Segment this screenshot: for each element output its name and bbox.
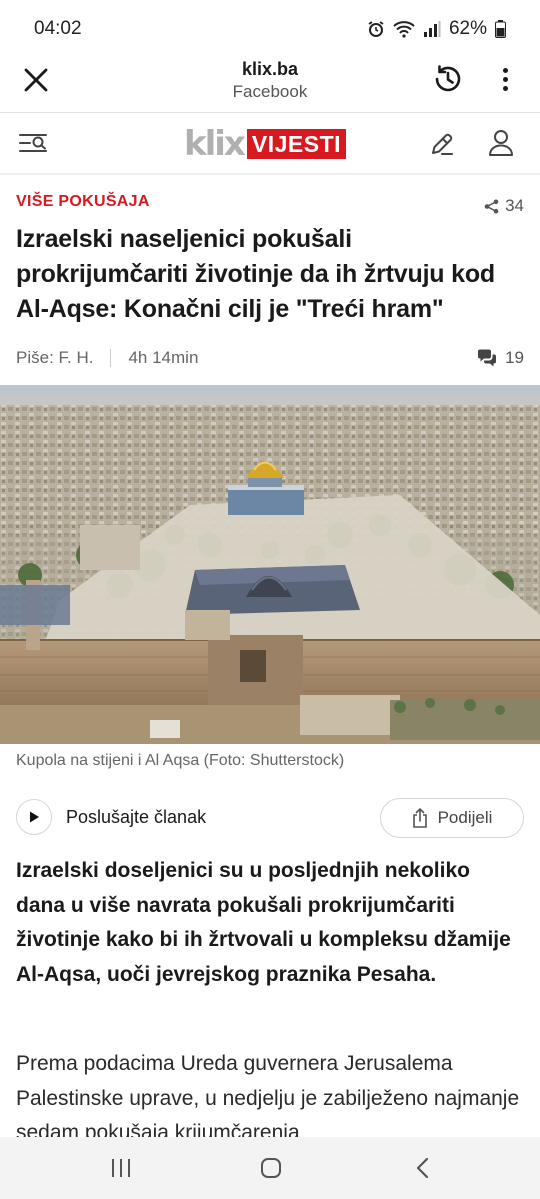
recent-apps-icon [112,1159,130,1177]
play-icon [30,811,39,823]
status-icons: 62% [367,18,506,40]
listen-article[interactable]: Poslušajte članak [16,799,206,835]
article-time: 4h 14min [128,348,199,367]
pen-icon [432,133,453,155]
home-button[interactable] [256,1155,286,1181]
recent-apps-button[interactable] [106,1155,136,1181]
battery-percent: 62% [448,18,487,39]
share-upload-icon [412,808,427,828]
menu-search-icon [19,134,47,152]
share-button-label: Podijeli [437,808,493,827]
article-author: Piše: F. H. [16,348,94,367]
account-button[interactable] [488,129,514,157]
browser-domain: klix.ba [241,59,299,79]
in-app-browser-bar: klix.ba Facebook [0,58,540,112]
article-lead: Izraelski doseljenici su u posljednjih n… [16,859,511,986]
hero-illustration [0,385,540,744]
more-vertical-icon [502,67,508,73]
play-button[interactable] [16,799,52,835]
share-count-value: 34 [505,196,524,215]
share-count[interactable]: 34 [484,196,524,216]
browser-source: Facebook [232,82,308,101]
back-icon [416,1157,429,1179]
article-paragraph: Prema podacima Ureda guvernera Jerusalem… [16,1052,520,1137]
home-icon [261,1158,281,1178]
more-dot [502,85,508,91]
system-navigation-bar [0,1137,540,1199]
listen-label: Poslušajte članak [66,806,207,827]
user-icon [489,130,513,156]
write-button[interactable] [429,131,455,157]
menu-search-button[interactable] [19,131,49,157]
comment-icon [478,349,497,367]
site-logo[interactable]: klix VIJESTI [184,124,347,164]
battery-icon [495,20,506,38]
history-button[interactable] [431,62,465,96]
article-category[interactable]: VIŠE POKUŠAJA [16,193,150,211]
meta-separator [110,349,112,367]
status-time: 04:02 [34,18,82,39]
share-button[interactable]: Podijeli [380,798,524,838]
close-button[interactable] [20,64,52,96]
comments-link[interactable]: 19 [477,348,524,368]
more-options-button[interactable] [494,66,516,92]
logo-text: klix [184,124,246,164]
article-hero-image[interactable] [0,385,540,744]
history-icon [435,65,461,92]
close-icon [24,68,48,92]
back-button[interactable] [408,1155,438,1181]
image-caption: Kupola na stijeni i Al Aqsa (Foto: Shutt… [16,752,345,769]
article-meta: Piše: F. H. 4h 14min [16,348,198,368]
comment-count-value: 19 [505,348,524,367]
more-dot [502,76,508,82]
wifi-icon [393,21,415,38]
share-icon [484,199,499,213]
alarm-icon [368,21,384,37]
logo-badge: VIJESTI [246,129,347,159]
status-bar: 04:02 62% [0,0,540,58]
site-header: klix VIJESTI [0,113,540,175]
signal-icon [423,21,441,37]
article-headline: Izraelski naseljenici pokušali prokrijum… [16,225,495,323]
browser-title-block: klix.ba Facebook [120,58,420,104]
